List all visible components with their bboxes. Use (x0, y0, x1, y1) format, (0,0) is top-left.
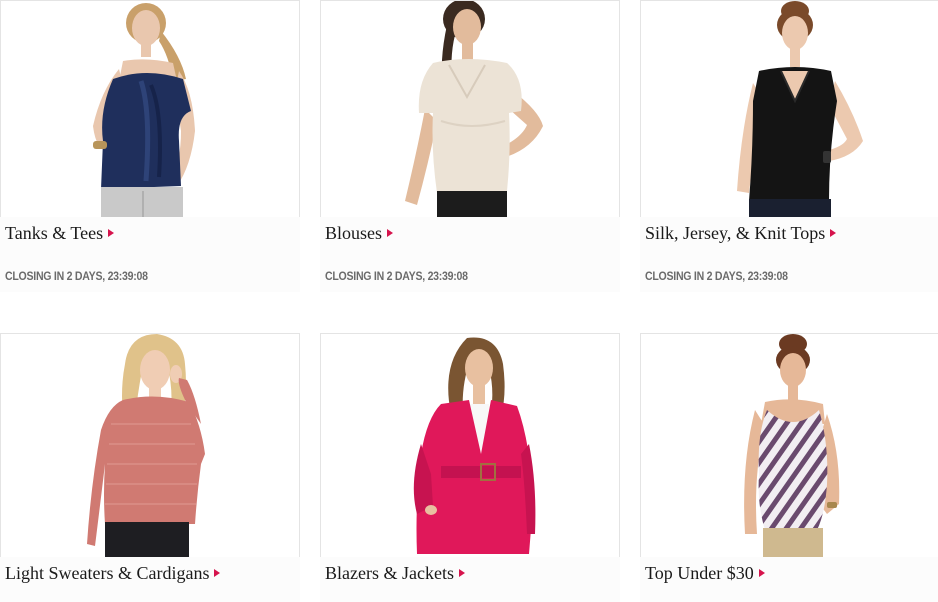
category-caption: Silk, Jersey, & Knit Tops CLOSING IN 2 D… (640, 217, 938, 292)
category-card-tanks-tees[interactable]: Tanks & Tees CLOSING IN 2 DAYS, 23:39:08 (0, 0, 300, 292)
category-card-blazers-jackets[interactable]: Blazers & Jackets (320, 333, 620, 602)
category-title[interactable]: Silk, Jersey, & Knit Tops (645, 223, 825, 243)
arrow-right-icon (108, 229, 115, 237)
category-card-silk-jersey-knit[interactable]: Silk, Jersey, & Knit Tops CLOSING IN 2 D… (640, 0, 938, 292)
product-image[interactable] (640, 333, 938, 557)
category-caption: Blazers & Jackets (320, 557, 620, 602)
arrow-right-icon (758, 569, 765, 577)
category-title[interactable]: Blouses (325, 223, 382, 243)
category-card-top-under-30[interactable]: Top Under $30 (640, 333, 938, 602)
product-image[interactable] (0, 333, 300, 557)
category-title-link[interactable]: Blouses (325, 223, 394, 244)
closing-countdown: CLOSING IN 2 DAYS, 23:39:08 (325, 269, 468, 283)
product-category-grid: Tanks & Tees CLOSING IN 2 DAYS, 23:39:08 (0, 0, 938, 602)
closing-countdown: CLOSING IN 2 DAYS, 23:39:08 (645, 269, 788, 283)
closing-countdown: CLOSING IN 2 DAYS, 23:39:08 (5, 269, 148, 283)
category-title[interactable]: Top Under $30 (645, 563, 754, 583)
category-title-link[interactable]: Silk, Jersey, & Knit Tops (645, 223, 837, 244)
product-image[interactable] (320, 333, 620, 557)
category-title[interactable]: Light Sweaters & Cardigans (5, 563, 209, 583)
product-image[interactable] (320, 0, 620, 217)
category-caption: Light Sweaters & Cardigans (0, 557, 300, 602)
category-title[interactable]: Blazers & Jackets (325, 563, 454, 583)
category-title-link[interactable]: Top Under $30 (645, 563, 765, 584)
category-caption: Top Under $30 (640, 557, 938, 602)
category-card-blouses[interactable]: Blouses CLOSING IN 2 DAYS, 23:39:08 (320, 0, 620, 292)
arrow-right-icon (830, 229, 837, 237)
category-card-light-sweaters[interactable]: Light Sweaters & Cardigans (0, 333, 300, 602)
category-caption: Blouses CLOSING IN 2 DAYS, 23:39:08 (320, 217, 620, 292)
arrow-right-icon (214, 569, 221, 577)
category-title-link[interactable]: Tanks & Tees (5, 223, 115, 244)
category-caption: Tanks & Tees CLOSING IN 2 DAYS, 23:39:08 (0, 217, 300, 292)
product-image[interactable] (640, 0, 938, 217)
category-title[interactable]: Tanks & Tees (5, 223, 103, 243)
product-image[interactable] (0, 0, 300, 217)
arrow-right-icon (458, 569, 465, 577)
category-title-link[interactable]: Blazers & Jackets (325, 563, 465, 584)
category-title-link[interactable]: Light Sweaters & Cardigans (5, 563, 221, 584)
arrow-right-icon (387, 229, 394, 237)
